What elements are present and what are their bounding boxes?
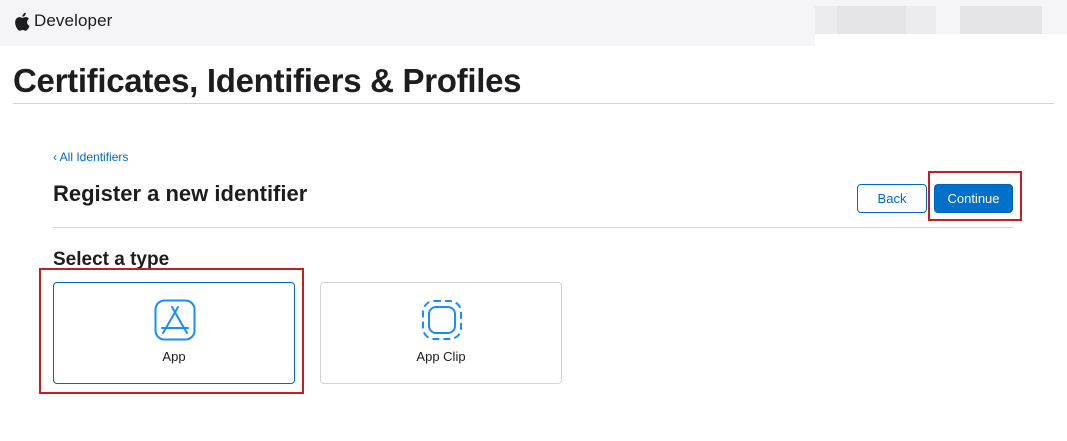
redacted-nav-item — [815, 6, 839, 34]
page-title: Certificates, Identifiers & Profiles — [13, 62, 522, 99]
title-divider — [13, 103, 1054, 104]
developer-home-link[interactable]: Developer — [14, 10, 112, 32]
apple-logo-icon — [15, 12, 30, 31]
brand-label: Developer — [34, 11, 113, 30]
redacted-strip — [815, 34, 1067, 46]
type-card-app-clip[interactable]: App Clip — [320, 282, 562, 384]
redacted-nav-item — [837, 6, 907, 34]
continue-highlight — [928, 171, 1022, 221]
all-identifiers-link[interactable]: ‹ All Identifiers — [53, 150, 128, 164]
app-clip-icon — [422, 300, 462, 340]
redacted-nav-item — [906, 6, 936, 34]
top-nav-bar: Developer — [0, 0, 1067, 46]
redacted-nav-item — [960, 6, 1042, 34]
app-card-highlight — [39, 268, 304, 394]
type-card-label: App Clip — [416, 349, 466, 364]
section-divider — [53, 227, 1013, 228]
back-button[interactable]: Back — [857, 184, 927, 213]
section-heading: Register a new identifier — [53, 181, 308, 206]
